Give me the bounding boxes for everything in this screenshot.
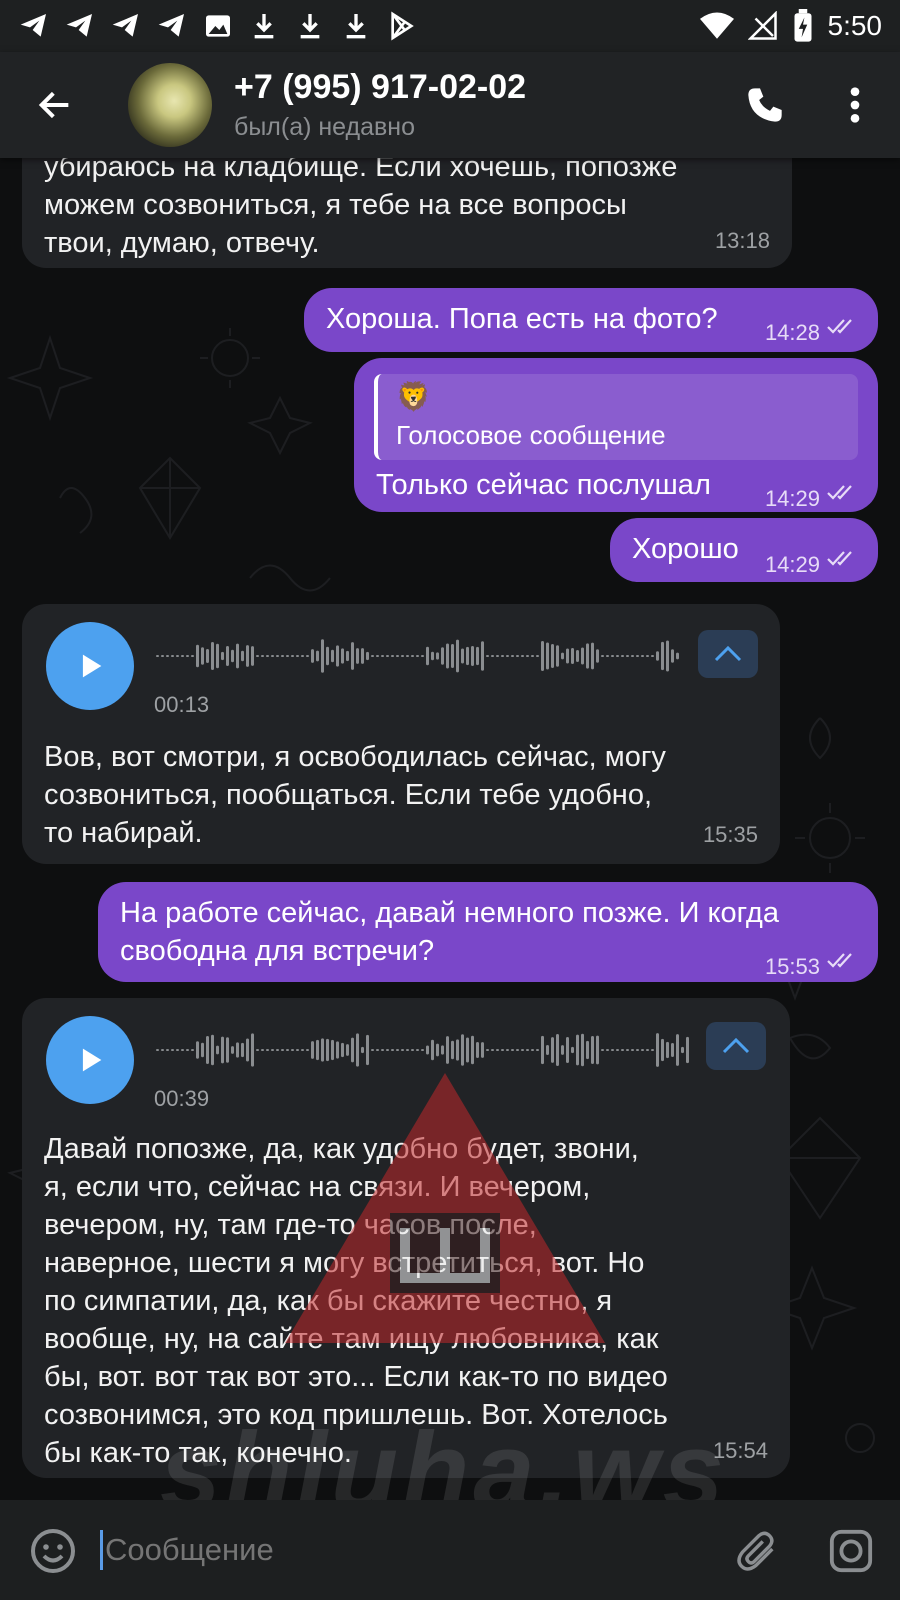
play-icon [82, 1048, 102, 1072]
more-vertical-icon [850, 87, 860, 123]
contact-info[interactable]: +7 (995) 917-02-02 был(а) недавно [234, 68, 526, 142]
phone-icon [748, 88, 782, 122]
video-message-button[interactable] [826, 1526, 876, 1576]
message-input-bar [0, 1500, 900, 1600]
message-text-line: На работе сейчас, давай немного позже. И… [120, 897, 779, 929]
watermark-logo [285, 1073, 605, 1343]
reply-preview[interactable]: 🦁 Голосовое сообщение [374, 374, 858, 460]
play-button[interactable] [46, 622, 134, 710]
message-list[interactable]: убираюсь на кладбище. Если хочешь, попоз… [0, 158, 900, 1500]
message-outgoing[interactable]: Хороша. Попа есть на фото? 14:28 [304, 288, 878, 352]
back-button[interactable] [0, 52, 110, 158]
transcription-toggle-button[interactable] [698, 630, 758, 678]
status-bar: 5:50 [0, 0, 900, 52]
double-check-icon [827, 953, 852, 968]
message-time: 15:53 [764, 954, 820, 979]
message-time: 14:29 [764, 552, 820, 577]
play-icon [82, 654, 102, 678]
call-button[interactable] [720, 60, 810, 150]
transcription-line: бы, вот. вот так вот это... Если как-то … [44, 1361, 668, 1393]
voice-message-incoming[interactable]: 00:13 Вов, вот смотри, я освободилась се… [22, 604, 780, 864]
download-icon [254, 14, 274, 39]
message-time: 13:18 [714, 228, 770, 253]
message-text: Хорошо [632, 533, 739, 565]
transcription-line: то набирай. [44, 817, 203, 849]
last-seen-status: был(а) недавно [234, 113, 416, 141]
message-outgoing-reply[interactable]: 🦁 Голосовое сообщение Только сейчас посл… [354, 358, 878, 512]
message-outgoing[interactable]: На работе сейчас, давай немного позже. И… [98, 882, 878, 982]
message-outgoing[interactable]: Хорошо 14:29 [610, 518, 878, 582]
clock: 5:50 [827, 10, 883, 41]
transcription-line: созвониться, пообщаться. Если тебе удобн… [44, 779, 653, 811]
attach-button[interactable] [732, 1526, 782, 1576]
message-text-line: твои, думаю, отвечу. [44, 227, 320, 259]
reply-text: Голосовое сообщение [396, 420, 666, 450]
message-text-line: свободна для встречи? [120, 935, 435, 967]
voice-duration: 00:39 [154, 1086, 210, 1111]
image-icon [206, 15, 230, 37]
double-check-icon [827, 551, 852, 566]
play-store-icon [391, 11, 414, 41]
no-signal-icon [747, 11, 777, 40]
emoji-button[interactable] [28, 1526, 78, 1576]
message-text: Хороша. Попа есть на фото? [326, 303, 718, 335]
smile-icon [31, 1529, 75, 1573]
voice-duration: 00:13 [154, 692, 210, 717]
camera-round-icon [829, 1529, 873, 1573]
message-time: 15:35 [702, 822, 758, 847]
message-input[interactable] [100, 1530, 700, 1570]
message-time: 14:29 [764, 486, 820, 511]
telegram-icon [66, 14, 92, 37]
download-icon [346, 14, 366, 39]
watermark-text: shluha.ws [160, 1410, 728, 1500]
play-button[interactable] [46, 1016, 134, 1104]
contact-name: +7 (995) 917-02-02 [234, 68, 527, 106]
message-text-line: убираюсь на кладбище. Если хочешь, попоз… [44, 158, 678, 183]
chevron-up-icon [714, 645, 742, 662]
notification-icons [18, 10, 418, 42]
telegram-icon [20, 14, 46, 37]
chat-header: +7 (995) 917-02-02 был(а) недавно [0, 52, 900, 158]
avatar[interactable] [128, 63, 212, 147]
download-icon [300, 14, 320, 39]
double-check-icon [827, 319, 852, 334]
message-text-line: можем созвониться, я тебе на все вопросы [44, 189, 627, 221]
telegram-icon [158, 14, 184, 37]
chevron-up-icon [722, 1037, 750, 1054]
arrow-left-icon [38, 91, 69, 119]
double-check-icon [827, 485, 852, 500]
transcription-line: Вов, вот смотри, я освободилась сейчас, … [44, 741, 666, 773]
more-menu-button[interactable] [810, 60, 900, 150]
message-time: 14:28 [764, 320, 820, 345]
battery-charging-icon [794, 9, 811, 42]
wifi-icon [699, 12, 734, 39]
voice-waveform[interactable] [156, 636, 686, 676]
message-text: Только сейчас послушал [376, 469, 711, 501]
paperclip-icon [737, 1531, 774, 1571]
reply-emoji: 🦁 [396, 381, 431, 412]
telegram-icon [112, 14, 138, 37]
transcription-toggle-button[interactable] [706, 1022, 766, 1070]
message-incoming[interactable]: убираюсь на кладбище. Если хочешь, попоз… [22, 158, 792, 268]
